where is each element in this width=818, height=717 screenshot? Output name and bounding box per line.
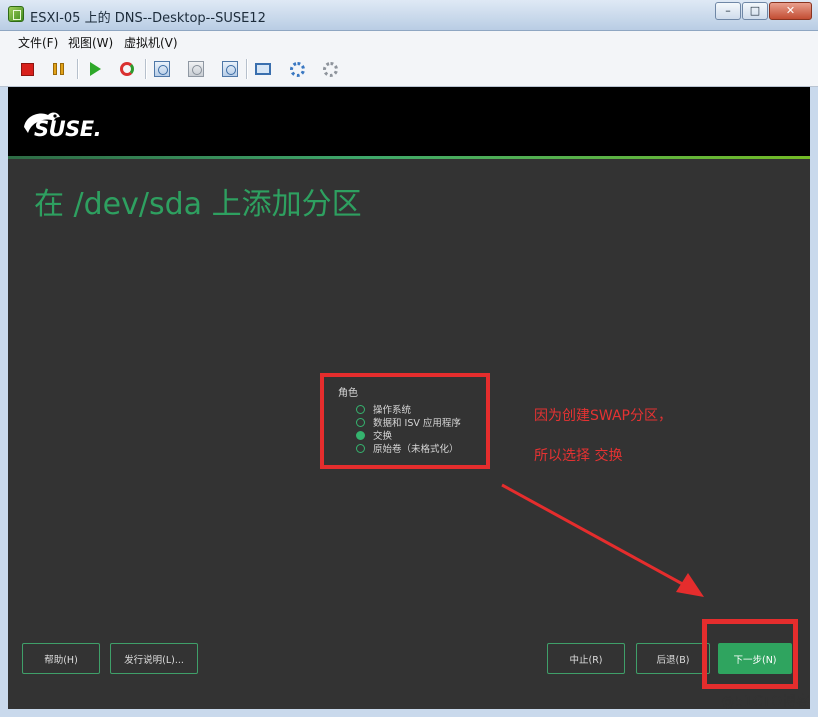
window-controls: – □ ✕ <box>715 2 812 20</box>
vm-tools-icon <box>322 61 338 77</box>
window-title: ESXI-05 上的 DNS--Desktop--SUSE12 <box>30 11 266 26</box>
play-icon <box>89 62 101 76</box>
toolbar <box>0 53 818 87</box>
settings-button[interactable] <box>285 57 309 81</box>
console-icon <box>255 63 271 75</box>
vm-tools-button[interactable] <box>318 57 342 81</box>
reset-button[interactable] <box>115 57 139 81</box>
menu-view[interactable]: 视图(W) <box>68 34 113 51</box>
stop-icon <box>20 62 34 76</box>
menubar: 文件(F) 视图(W) 虚拟机(V) <box>0 31 818 53</box>
snapshot-manager-button[interactable] <box>218 57 242 81</box>
next-button-highlight-box <box>702 619 798 689</box>
help-button[interactable]: 帮助(H) <box>22 643 100 674</box>
vm-console[interactable]: SUSE. 在 /dev/sda 上添加分区 角色 操作系统 数据和 ISV 应… <box>8 87 810 709</box>
console-button[interactable] <box>251 57 275 81</box>
abort-button[interactable]: 中止(R) <box>547 643 625 674</box>
back-button[interactable]: 后退(B) <box>636 643 710 674</box>
reset-icon <box>120 62 134 76</box>
play-button[interactable] <box>83 57 107 81</box>
menu-file[interactable]: 文件(F) <box>18 34 58 51</box>
pause-icon <box>53 63 65 75</box>
snapshot-button[interactable] <box>150 57 174 81</box>
vsphere-console-icon <box>8 6 24 22</box>
annotation-arrow-icon <box>501 483 704 597</box>
snapshot-manager-icon <box>222 61 238 77</box>
minimize-button[interactable]: – <box>715 2 741 20</box>
close-button[interactable]: ✕ <box>769 2 812 20</box>
snapshot-icon <box>154 61 170 77</box>
release-notes-button[interactable]: 发行说明(L)... <box>110 643 198 674</box>
revert-snapshot-button[interactable] <box>184 57 208 81</box>
watermark: @51CTO博客 <box>720 694 810 710</box>
revert-snapshot-icon <box>188 61 204 77</box>
settings-icon <box>289 61 305 77</box>
pause-button[interactable] <box>47 57 71 81</box>
menu-vm[interactable]: 虚拟机(V) <box>124 34 178 51</box>
maximize-button[interactable]: □ <box>742 2 768 20</box>
window-titlebar[interactable]: ESXI-05 上的 DNS--Desktop--SUSE12 – □ ✕ <box>0 0 818 31</box>
stop-button[interactable] <box>15 57 39 81</box>
